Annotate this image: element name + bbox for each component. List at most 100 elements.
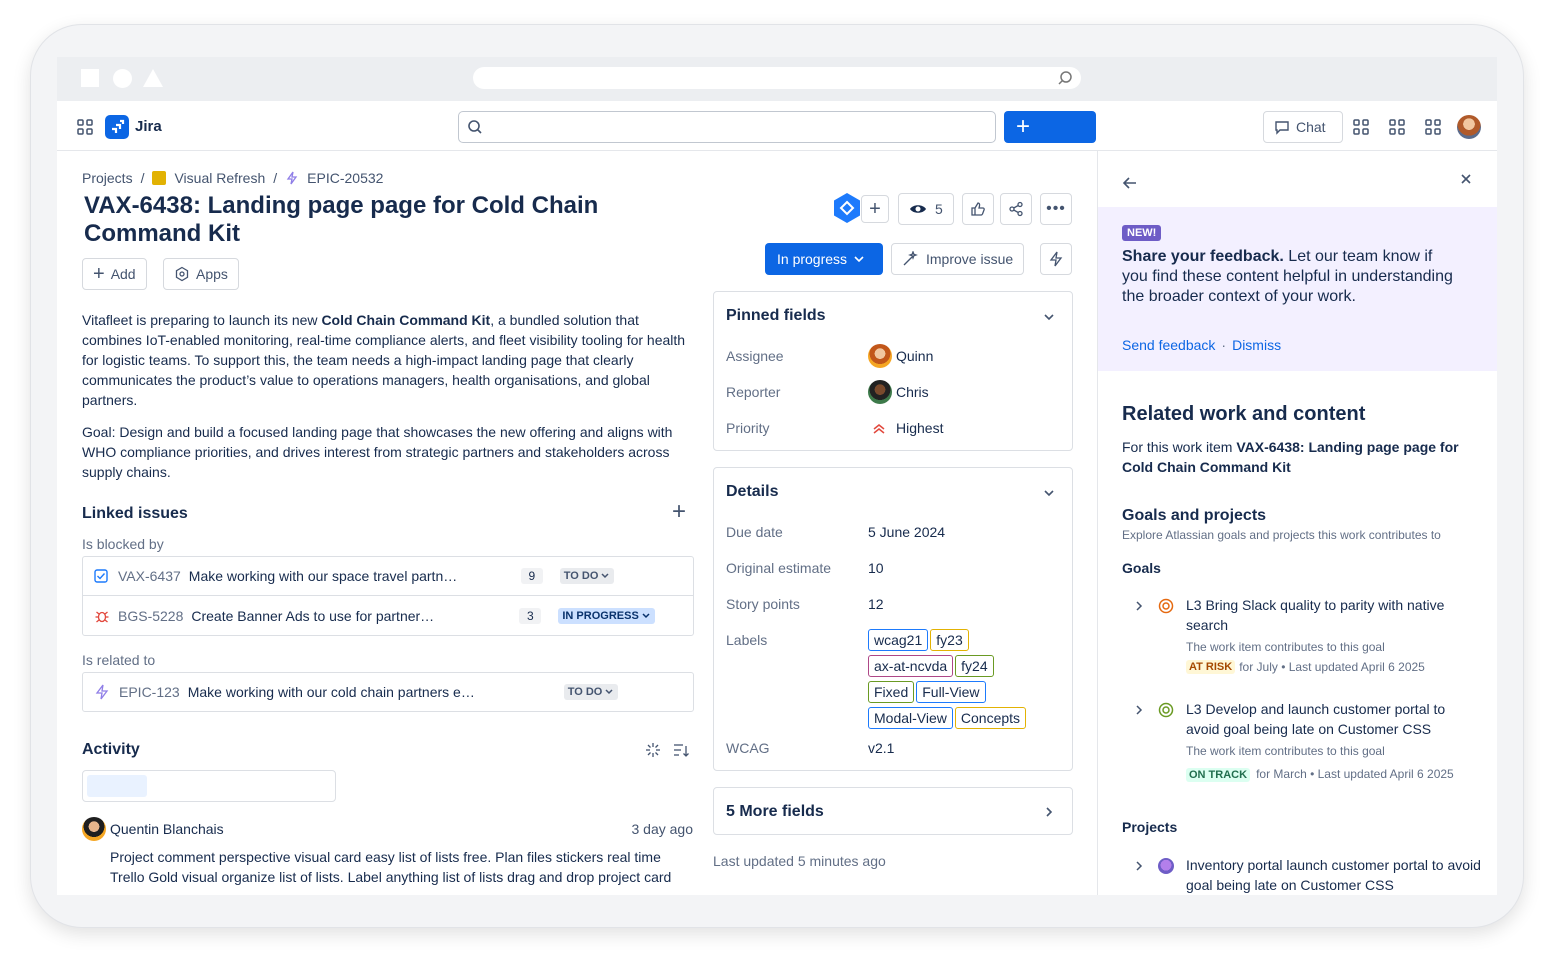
assignee-label: Assignee <box>726 348 784 364</box>
status-lozenge[interactable]: TO DO <box>559 567 615 584</box>
details-panel: Details Due date 5 June 2024 Original es… <box>713 467 1073 771</box>
chevron-right-icon[interactable] <box>1134 705 1144 715</box>
watch-button[interactable]: 5 <box>898 193 954 225</box>
label-tag[interactable]: Fixed <box>868 681 915 703</box>
grid-icon[interactable] <box>1353 119 1369 135</box>
due-date-label: Due date <box>726 524 783 540</box>
estimate-value[interactable]: 10 <box>868 560 884 576</box>
comment-author[interactable]: Quentin Blanchais <box>110 821 224 837</box>
label-tag[interactable]: wcag21 <box>868 629 929 651</box>
top-navigation: Jira + Chat <box>57 101 1497 151</box>
chevron-down-icon <box>601 572 609 578</box>
back-arrow-icon[interactable] <box>1122 175 1138 191</box>
status-lozenge[interactable]: IN PROGRESS <box>558 608 655 624</box>
app-name[interactable]: Jira <box>135 118 162 135</box>
automation-button[interactable] <box>1040 243 1072 275</box>
linked-issue-row[interactable]: BGS-5228 Create Banner Ads to use for pa… <box>82 596 694 636</box>
like-button[interactable] <box>962 193 994 225</box>
label-tag[interactable]: ax-at-ncvda <box>868 655 954 677</box>
labels-list[interactable]: wcag21 fy23 ax-at-ncvda fy24 Fixed Full-Vie… <box>868 629 1068 733</box>
rovo-agent-icon[interactable] <box>832 192 862 224</box>
activity-filter[interactable] <box>82 770 336 802</box>
sort-icon[interactable] <box>673 742 689 758</box>
create-button[interactable]: + <box>1004 111 1096 143</box>
goals-label: Goals <box>1122 560 1161 576</box>
reporter-label: Reporter <box>726 384 781 400</box>
apps-button[interactable]: Apps <box>163 258 239 290</box>
details-heading: Details <box>726 483 779 500</box>
wcag-label: WCAG <box>726 740 770 756</box>
share-button[interactable] <box>1000 193 1032 225</box>
send-feedback-link[interactable]: Send feedback <box>1122 337 1215 353</box>
chevron-down-icon[interactable] <box>1042 486 1056 500</box>
add-linked-issue-button[interactable]: + <box>672 500 686 524</box>
story-points-value[interactable]: 12 <box>868 596 884 612</box>
labels-label: Labels <box>726 632 768 648</box>
issue-key: VAX-6437 <box>118 567 181 584</box>
breadcrumb-project[interactable]: Visual Refresh <box>174 170 265 186</box>
context-sidebar: NEW! Share your feedback. Let our team k… <box>1097 151 1497 895</box>
grid-icon[interactable] <box>1425 119 1441 135</box>
breadcrumb-epic[interactable]: EPIC-20532 <box>307 170 383 186</box>
add-button[interactable]: + Add <box>82 258 147 290</box>
epic-icon <box>95 684 109 700</box>
apps-label: Apps <box>196 266 228 282</box>
due-date-value[interactable]: 5 June 2024 <box>868 524 945 540</box>
app-switcher-icon[interactable] <box>77 119 93 135</box>
reporter-value[interactable]: Chris <box>896 384 929 400</box>
reporter-avatar[interactable] <box>868 380 892 404</box>
activity-tab-skeleton[interactable] <box>87 775 147 797</box>
triangle-icon <box>143 69 163 87</box>
circle-icon <box>113 69 132 88</box>
label-tag[interactable]: Full-View <box>916 681 986 703</box>
pinned-fields-heading: Pinned fields <box>726 307 826 324</box>
label-tag[interactable]: fy23 <box>930 629 969 651</box>
comment-time: 3 day ago <box>631 821 694 837</box>
linked-issue-row[interactable]: VAX-6437 Make working with our space tra… <box>82 556 694 596</box>
more-fields-panel[interactable]: 5 More fields <box>713 787 1073 835</box>
address-bar[interactable] <box>473 67 1081 89</box>
chevron-right-icon[interactable] <box>1134 861 1144 871</box>
breadcrumb-projects[interactable]: Projects <box>82 170 133 186</box>
goal-title: L3 Bring Slack quality to parity with na… <box>1186 597 1445 633</box>
jira-logo-icon[interactable] <box>105 115 129 139</box>
status-button[interactable]: In progress <box>765 243 883 275</box>
wcag-value[interactable]: v2.1 <box>868 740 894 756</box>
sparkle-icon[interactable] <box>645 742 661 758</box>
add-label: Add <box>110 266 136 282</box>
priority-value[interactable]: Highest <box>896 420 943 436</box>
issue-summary: Make working with our cold chain partner… <box>187 684 475 700</box>
chevron-right-icon[interactable] <box>1134 601 1144 611</box>
assignee-value[interactable]: Quinn <box>896 348 933 364</box>
story-points-badge: 9 <box>520 567 543 584</box>
label-tag[interactable]: Modal-View <box>868 707 953 729</box>
issue-title[interactable]: VAX-6438: Landing page page for Cold Cha… <box>84 192 598 248</box>
commenter-avatar[interactable] <box>82 817 106 841</box>
chat-button[interactable]: Chat <box>1263 111 1343 143</box>
project-title: Inventory portal launch customer portal … <box>1186 857 1481 893</box>
status-lozenge[interactable]: TO DO <box>563 684 619 700</box>
story-points-label: Story points <box>726 596 800 612</box>
improve-issue-button[interactable]: Improve issue <box>891 243 1025 275</box>
watcher-count: 5 <box>935 201 943 217</box>
plus-icon: + <box>1016 113 1031 140</box>
improve-label: Improve issue <box>926 251 1014 267</box>
close-icon[interactable] <box>1460 173 1472 185</box>
chevron-down-icon[interactable] <box>1042 310 1056 324</box>
user-avatar[interactable] <box>1457 115 1481 139</box>
related-to-label: Is related to <box>82 652 156 668</box>
linked-issue-row[interactable]: EPIC-123 Make working with our cold chai… <box>82 672 694 712</box>
goal-note: The work item contributes to this goal <box>1186 744 1385 758</box>
more-button[interactable]: ••• <box>1040 193 1072 225</box>
dismiss-link[interactable]: Dismiss <box>1232 337 1281 353</box>
add-agent-button[interactable]: + <box>861 195 889 223</box>
grid-icon[interactable] <box>1389 119 1405 135</box>
search-icon <box>1058 71 1072 85</box>
search-input[interactable] <box>458 111 996 143</box>
priority-highest-icon <box>873 424 885 434</box>
label-tag[interactable]: Concepts <box>954 707 1027 729</box>
pinned-fields-panel: Pinned fields Assignee Quinn Reporter Ch… <box>713 291 1073 451</box>
label-tag[interactable]: fy24 <box>955 655 994 677</box>
assignee-avatar[interactable] <box>868 344 892 368</box>
new-badge: NEW! <box>1122 225 1162 241</box>
